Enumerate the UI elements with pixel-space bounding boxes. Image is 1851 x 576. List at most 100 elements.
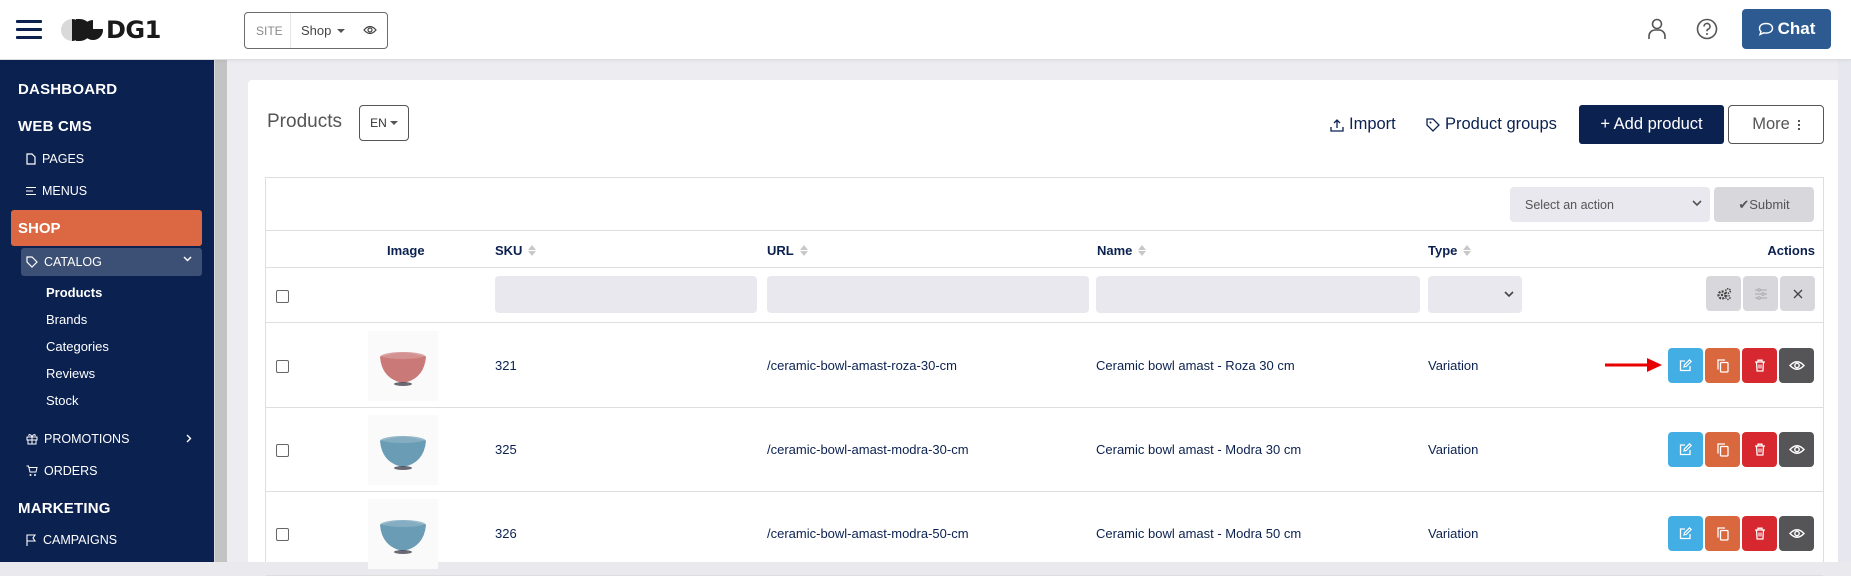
product-image[interactable] [368,331,438,401]
submit-button[interactable]: ✔Submit [1714,187,1814,222]
sku-filter-input[interactable] [495,276,757,313]
edit-button[interactable] [1668,432,1703,467]
row-checkbox[interactable] [276,444,289,457]
sidebar-item-label: PAGES [42,152,85,166]
sliders-icon [1754,287,1767,300]
edit-icon [1679,443,1692,456]
logo-mark-icon [61,19,103,41]
language-dropdown[interactable]: EN [359,105,409,141]
red-arrow-annotation [1605,358,1662,372]
column-header-actions: Actions [1767,243,1815,258]
filter-sliders-button[interactable] [1743,276,1778,311]
bulk-action-select[interactable]: Select an action [1510,187,1710,222]
edit-icon [1679,527,1692,540]
type-filter-select[interactable] [1428,276,1522,313]
sidebar-sub-brands[interactable]: Brands [46,312,87,327]
type-cell: Variation [1428,526,1479,541]
url-cell: /ceramic-bowl-amast-roza-30-cm [767,358,957,373]
delete-button[interactable] [1742,516,1777,551]
sidebar-sub-stock[interactable]: Stock [46,393,79,408]
page-scrollbar[interactable] [1838,60,1851,562]
delete-button[interactable] [1742,348,1777,383]
help-icon[interactable] [1692,14,1722,44]
sidebar-item-menus[interactable]: MENUS [26,184,87,198]
sidebar-dashboard[interactable]: DASHBOARD [18,81,117,98]
product-image[interactable] [368,499,438,569]
bulk-action-placeholder: Select an action [1525,197,1614,212]
duplicate-button[interactable] [1705,516,1740,551]
upload-icon [1330,118,1344,132]
column-header-url[interactable]: URL [767,243,808,258]
product-groups-button[interactable]: Product groups [1426,115,1557,134]
import-button[interactable]: Import [1330,115,1396,134]
bowl-image [380,352,426,386]
duplicate-button[interactable] [1705,432,1740,467]
hamburger-menu-icon[interactable] [16,20,42,40]
trash-icon [1754,527,1765,540]
bulk-action-bar: Select an action ✔Submit [266,178,1823,231]
tag-icon [26,256,38,268]
type-cell: Variation [1428,442,1479,457]
filter-settings-button[interactable] [1706,276,1741,311]
file-icon [26,153,36,165]
sidebar-item-catalog[interactable]: CATALOG [21,248,202,276]
name-cell: Ceramic bowl amast - Modra 30 cm [1096,442,1302,457]
name-filter-input[interactable] [1096,276,1420,313]
chat-bubble-icon [1758,22,1773,36]
sidebar-marketing[interactable]: MARKETING [18,500,111,517]
sidebar-web-cms[interactable]: WEB CMS [18,118,92,135]
bowl-image [380,436,426,470]
edit-button[interactable] [1668,348,1703,383]
sidebar-item-promotions[interactable]: PROMOTIONS [26,432,196,446]
column-label: Actions [1767,243,1815,258]
column-header-name[interactable]: Name [1097,243,1147,258]
sort-icon [799,245,808,256]
import-label: Import [1349,115,1396,133]
site-dropdown[interactable]: Shop [291,23,346,38]
sidebar-sub-categories[interactable]: Categories [46,339,109,354]
chevron-down-icon [183,256,192,262]
column-header-sku[interactable]: SKU [495,243,537,258]
view-button[interactable] [1779,516,1814,551]
user-icon[interactable] [1642,14,1672,44]
more-button[interactable]: More [1728,105,1824,144]
caret-down-icon [337,28,346,33]
row-checkbox[interactable] [276,528,289,541]
name-cell: Ceramic bowl amast - Modra 50 cm [1096,526,1302,541]
delete-button[interactable] [1742,432,1777,467]
clear-filters-button[interactable] [1780,276,1815,311]
eye-icon[interactable] [363,24,377,39]
edit-button[interactable] [1668,516,1703,551]
site-switcher[interactable]: SITE Shop [244,12,388,49]
close-icon [1793,289,1802,298]
sidebar-item-pages[interactable]: PAGES [26,152,84,166]
sidebar-item-campaigns[interactable]: CAMPAIGNS [26,533,117,547]
sort-icon [1463,245,1472,256]
sort-icon [528,245,537,256]
sidebar-sub-reviews[interactable]: Reviews [46,366,95,381]
chevron-down-icon [1504,291,1514,298]
product-image[interactable] [368,415,438,485]
logo[interactable]: DG1 [60,16,161,44]
sidebar-item-label: MENUS [42,184,88,198]
sidebar-item-orders[interactable]: ORDERS [26,464,97,478]
cart-icon [26,465,38,476]
more-label: More [1752,115,1790,133]
column-label: Image [387,243,425,258]
sidebar-scrollbar[interactable] [214,60,227,562]
top-bar: DG1 SITE Shop Chat [0,0,1851,60]
url-filter-input[interactable] [767,276,1089,313]
column-label: SKU [495,243,523,258]
product-groups-label: Product groups [1445,115,1557,133]
add-product-button[interactable]: + Add product [1579,105,1724,144]
sidebar-sub-products[interactable]: Products [46,285,102,300]
view-button[interactable] [1779,432,1814,467]
sidebar-shop[interactable]: SHOP [11,210,202,246]
row-checkbox[interactable] [276,360,289,373]
column-label: URL [767,243,794,258]
chat-button[interactable]: Chat [1742,9,1831,49]
duplicate-button[interactable] [1705,348,1740,383]
select-all-checkbox[interactable] [276,290,289,303]
column-header-type[interactable]: Type [1428,243,1472,258]
view-button[interactable] [1779,348,1814,383]
